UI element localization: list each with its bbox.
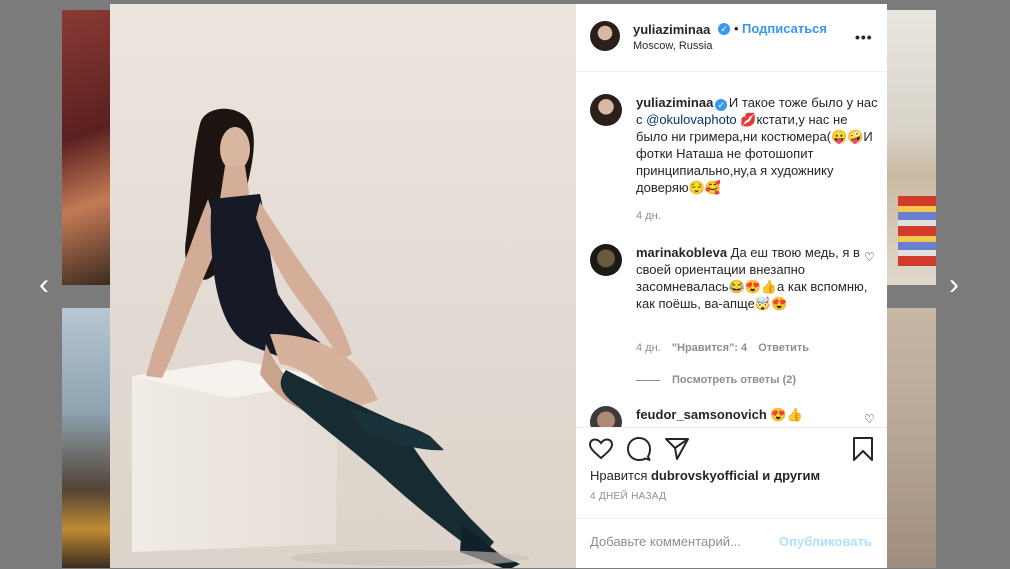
bookmark-icon[interactable] xyxy=(850,436,876,462)
likes-summary: Нравится dubrovskyofficial и другим xyxy=(590,468,820,483)
view-replies-label: Посмотреть ответы (2) xyxy=(672,374,797,386)
like-comment-icon[interactable]: ♡ xyxy=(864,412,875,426)
likes-username[interactable]: dubrovskyofficial xyxy=(651,468,759,483)
caption-meta: 4 дн. xyxy=(636,210,669,222)
post-details-panel: yuliaziminaa ✓ • Подписаться Moscow, Rus… xyxy=(576,4,887,568)
comment-input[interactable] xyxy=(590,534,775,549)
comment-meta: 4 дн. "Нравится": 4 Ответить xyxy=(636,342,817,354)
avatar[interactable] xyxy=(590,21,620,51)
likes-suffix[interactable]: и другим xyxy=(759,468,820,483)
mention-link[interactable]: @okulovaphoto xyxy=(646,112,737,127)
add-comment-bar: Опубликовать xyxy=(576,518,887,569)
comment-likes[interactable]: "Нравится": 4 xyxy=(672,342,747,354)
caption-age[interactable]: 4 дн. xyxy=(636,210,661,222)
share-icon[interactable] xyxy=(664,436,690,462)
background-post-thumbnail xyxy=(62,308,112,568)
owner-username[interactable]: yuliaziminaa xyxy=(633,22,710,37)
caption-text: yuliaziminaa ✓ И такое тоже было у нас с … xyxy=(636,94,881,196)
view-replies-button[interactable]: Посмотреть ответы (2) xyxy=(636,374,796,386)
comments-list[interactable]: yuliaziminaa ✓ И такое тоже было у нас с … xyxy=(576,72,887,427)
comment-icon[interactable] xyxy=(626,436,652,462)
comment-username[interactable]: feudor_samsonovich xyxy=(636,407,767,422)
more-options-icon[interactable]: ••• xyxy=(855,29,873,45)
previous-post-icon[interactable]: ‹ xyxy=(32,270,56,300)
separator-dot: • xyxy=(734,21,739,36)
verified-icon: ✓ xyxy=(718,23,730,35)
background-post-thumbnail xyxy=(62,10,112,285)
comment-content: 😍👍 xyxy=(766,407,803,422)
post-location[interactable]: Moscow, Russia xyxy=(633,40,712,52)
background-post-thumbnail xyxy=(886,10,936,285)
follow-button[interactable]: Подписаться xyxy=(742,21,827,36)
like-comment-icon[interactable]: ♡ xyxy=(864,250,875,264)
publish-button[interactable]: Опубликовать xyxy=(779,534,872,549)
likes-prefix: Нравится xyxy=(590,468,651,483)
next-post-icon[interactable]: › xyxy=(942,270,966,300)
avatar[interactable] xyxy=(590,94,622,126)
post-actions xyxy=(576,427,887,470)
post-timestamp[interactable]: 4 ДНЕЙ НАЗАД xyxy=(590,491,666,502)
comment-text: marinakobleva Да еш твою медь, я в своей… xyxy=(636,244,881,312)
post-photo xyxy=(110,4,576,568)
caption-username[interactable]: yuliaziminaa xyxy=(636,95,713,110)
comment-username[interactable]: marinakobleva xyxy=(636,245,727,260)
comment-text: feudor_samsonovich 😍👍 xyxy=(636,406,881,423)
avatar[interactable] xyxy=(590,406,622,427)
avatar[interactable] xyxy=(590,244,622,276)
comment-age[interactable]: 4 дн. xyxy=(636,342,661,354)
background-post-thumbnail xyxy=(886,308,936,568)
heart-icon[interactable] xyxy=(588,436,614,462)
reply-button[interactable]: Ответить xyxy=(758,342,809,354)
post-header: yuliaziminaa ✓ • Подписаться Moscow, Rus… xyxy=(576,4,887,72)
